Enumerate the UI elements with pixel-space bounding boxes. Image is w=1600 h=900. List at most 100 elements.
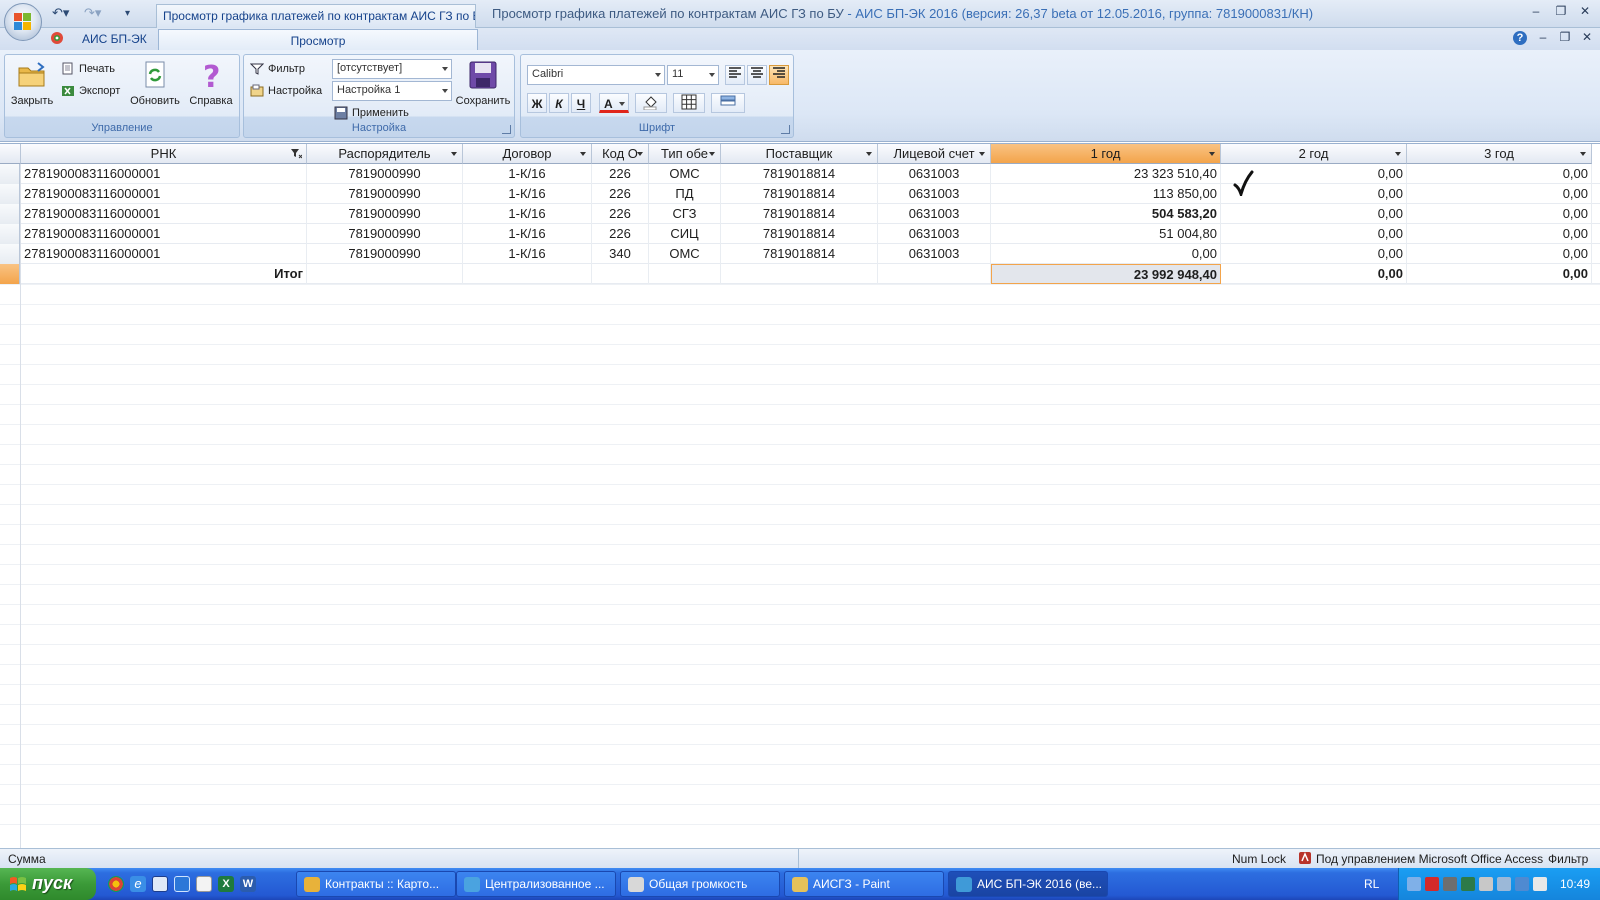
sub-restore-icon[interactable]: ❐ — [1556, 30, 1574, 46]
antivirus-icon[interactable] — [1425, 877, 1439, 891]
help-icon[interactable]: ? — [1513, 31, 1527, 45]
total-empty-cell[interactable] — [878, 264, 991, 284]
cell-rnk[interactable]: 2781900083116000001 — [21, 164, 307, 184]
tab-view[interactable]: Просмотр — [158, 29, 478, 50]
cell-licevoy-schet[interactable]: 0631003 — [878, 204, 991, 224]
restore-icon[interactable]: ❐ — [1550, 4, 1572, 20]
task-kontrakty[interactable]: Контракты :: Карто... — [296, 871, 456, 897]
cell-dogovor[interactable]: 1-К/16 — [463, 164, 592, 184]
cell-kod-o[interactable]: 340 — [592, 244, 649, 264]
column-header-rasporyaditel[interactable]: Распорядитель — [307, 144, 463, 164]
print-button[interactable]: Печать — [61, 59, 115, 79]
italic-button[interactable]: К — [549, 93, 569, 113]
column-header-god-2[interactable]: 2 год — [1221, 144, 1407, 164]
cell-god-3[interactable]: 0,00 — [1407, 164, 1592, 184]
settings-launcher-icon[interactable] — [502, 125, 511, 134]
ie-icon[interactable]: e — [130, 876, 146, 892]
cell-rasporyaditel[interactable]: 7819000990 — [307, 244, 463, 264]
total-empty-cell[interactable] — [721, 264, 878, 284]
column-filter-icon[interactable] — [291, 148, 302, 159]
task-centralizovannoe[interactable]: Централизованное ... — [456, 871, 616, 897]
column-header-postavshik[interactable]: Поставщик — [721, 144, 878, 164]
help-button[interactable]: ? Справка — [185, 59, 237, 119]
cell-god-1[interactable]: 113 850,00 — [991, 184, 1221, 204]
close-button[interactable]: Закрыть — [7, 59, 57, 119]
table-row[interactable]: 2781900083116000001 7819000990 1-К/16 226 ОМ… — [0, 164, 1600, 184]
column-header-god-3[interactable]: 3 год — [1407, 144, 1592, 164]
fill-color-button[interactable] — [635, 93, 667, 113]
sub-minimize-icon[interactable]: – — [1534, 30, 1552, 46]
volume-icon[interactable] — [1533, 877, 1547, 891]
table-row[interactable]: 2781900083116000001 7819000990 1-К/16 340 ОМ… — [0, 244, 1600, 264]
column-header-licevoy-schet[interactable]: Лицевой счет — [878, 144, 991, 164]
total-empty-cell[interactable] — [592, 264, 649, 284]
cell-god-3[interactable]: 0,00 — [1407, 184, 1592, 204]
printer-tray-icon[interactable] — [1497, 877, 1511, 891]
column-dropdown-icon[interactable] — [1580, 152, 1586, 156]
excel-icon[interactable]: X — [218, 876, 234, 892]
table-row[interactable]: 2781900083116000001 7819000990 1-К/16 226 ПД… — [0, 184, 1600, 204]
chrome-icon[interactable] — [108, 876, 124, 892]
filter-combo[interactable]: [отсутствует] — [332, 59, 452, 79]
column-dropdown-icon[interactable] — [1209, 152, 1215, 156]
cell-tip-obe[interactable]: СГЗ — [649, 204, 721, 224]
undo-icon[interactable]: ↶▾ — [52, 5, 69, 23]
font-launcher-icon[interactable] — [781, 125, 790, 134]
close-icon[interactable]: ✕ — [1574, 4, 1596, 20]
column-header-god-1[interactable]: 1 год — [991, 144, 1221, 164]
cell-licevoy-schet[interactable]: 0631003 — [878, 184, 991, 204]
total-year-1[interactable]: 23 992 948,40 — [991, 264, 1221, 284]
column-dropdown-icon[interactable] — [709, 152, 715, 156]
start-button[interactable]: пуск — [0, 868, 96, 900]
row-style-button[interactable] — [711, 93, 745, 113]
filter-button[interactable]: Фильтр — [249, 59, 305, 79]
cell-postavshik[interactable]: 7819018814 — [721, 224, 878, 244]
table-row[interactable]: 2781900083116000001 7819000990 1-К/16 226 СИ… — [0, 224, 1600, 244]
cell-postavshik[interactable]: 7819018814 — [721, 244, 878, 264]
display-icon[interactable] — [1515, 877, 1529, 891]
cell-postavshik[interactable]: 7819018814 — [721, 164, 878, 184]
language-indicator[interactable]: RL — [1364, 877, 1379, 891]
cell-rnk[interactable]: 2781900083116000001 — [21, 224, 307, 244]
column-header-kod-o[interactable]: Код О — [592, 144, 649, 164]
row-selector[interactable] — [0, 244, 20, 264]
task-volume[interactable]: Общая громкость — [620, 871, 780, 897]
cell-tip-obe[interactable]: ОМС — [649, 164, 721, 184]
row-selector[interactable] — [0, 204, 20, 224]
bold-button[interactable]: Ж — [527, 93, 547, 113]
font-name-combo[interactable]: Calibri — [527, 65, 665, 85]
cell-god-3[interactable]: 0,00 — [1407, 204, 1592, 224]
total-label[interactable]: Итог — [21, 264, 307, 284]
cell-kod-o[interactable]: 226 — [592, 204, 649, 224]
cell-god-1[interactable]: 0,00 — [991, 244, 1221, 264]
network-icon[interactable] — [1407, 877, 1421, 891]
keyboard-icon[interactable] — [1479, 877, 1493, 891]
qat-customize-icon[interactable]: ▾ — [125, 8, 130, 26]
setup-button[interactable]: Настройка — [250, 81, 322, 101]
row-selector[interactable] — [0, 224, 20, 244]
total-year-3[interactable]: 0,00 — [1407, 264, 1592, 284]
font-color-button[interactable]: A — [599, 93, 629, 113]
column-dropdown-icon[interactable] — [637, 152, 643, 156]
total-empty-cell[interactable] — [649, 264, 721, 284]
tab-ais-bp-ek[interactable]: АИС БП-ЭК — [82, 32, 147, 46]
align-center-button[interactable] — [747, 65, 767, 85]
tray-app-icon[interactable] — [1443, 877, 1457, 891]
cell-tip-obe[interactable]: ПД — [649, 184, 721, 204]
cell-kod-o[interactable]: 226 — [592, 224, 649, 244]
save-button[interactable]: Сохранить — [454, 59, 512, 119]
refresh-app-icon[interactable] — [174, 876, 190, 892]
cell-rasporyaditel[interactable]: 7819000990 — [307, 164, 463, 184]
cell-rnk[interactable]: 2781900083116000001 — [21, 244, 307, 264]
cell-dogovor[interactable]: 1-К/16 — [463, 224, 592, 244]
total-empty-cell[interactable] — [307, 264, 463, 284]
total-row[interactable]: Итог 23 992 948,40 0,00 0,00 — [0, 264, 1600, 284]
font-size-combo[interactable]: 11 — [667, 65, 719, 85]
cell-rnk[interactable]: 2781900083116000001 — [21, 204, 307, 224]
document-tab[interactable]: Просмотр графика платежей по контрактам … — [156, 4, 476, 28]
cell-kod-o[interactable]: 226 — [592, 164, 649, 184]
cell-rasporyaditel[interactable]: 7819000990 — [307, 224, 463, 244]
word-icon[interactable]: W — [240, 876, 256, 892]
select-all-corner[interactable] — [0, 144, 21, 164]
cell-rnk[interactable]: 2781900083116000001 — [21, 184, 307, 204]
